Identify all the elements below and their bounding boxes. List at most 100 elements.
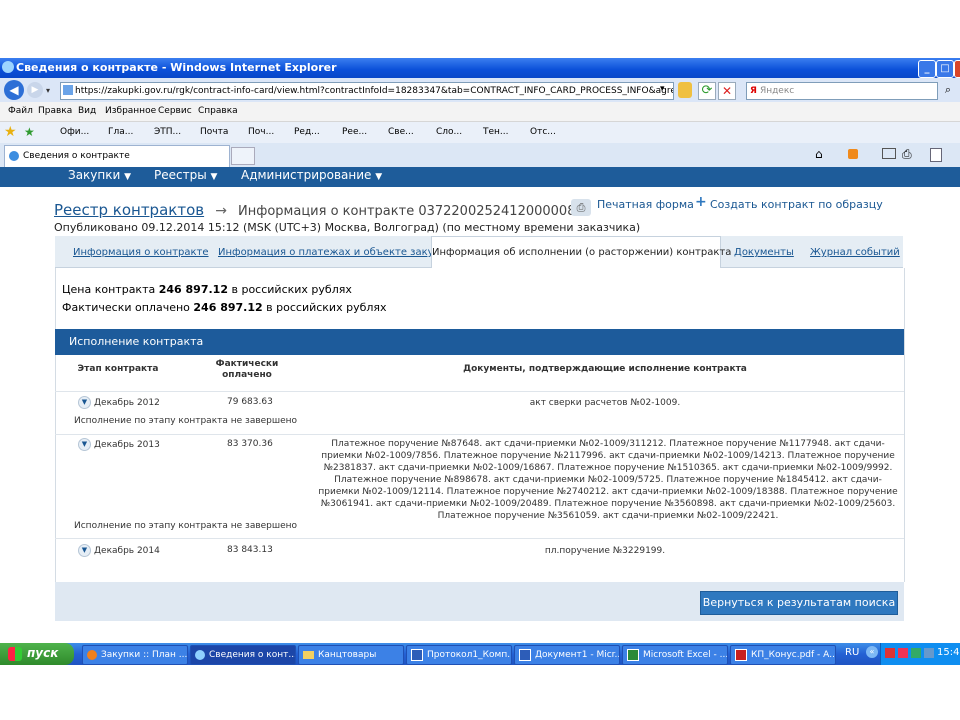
menu-edit[interactable]: Правка	[38, 106, 72, 116]
start-label: пуск	[27, 646, 59, 660]
refresh-icon[interactable]: ⟳	[698, 82, 716, 100]
fav-link-1[interactable]: Офи...	[60, 127, 89, 137]
close-button[interactable]	[954, 60, 960, 78]
address-url: https://zakupki.gov.ru/rgk/contract-info…	[75, 86, 673, 96]
fav-link-3[interactable]: ЭТП...	[154, 127, 181, 137]
minimize-button[interactable]: _	[918, 60, 936, 78]
row-divider	[55, 538, 904, 539]
page-menu-icon[interactable]	[930, 148, 942, 162]
menu-help[interactable]: Справка	[198, 106, 238, 116]
favorites-star-icon[interactable]: ★	[4, 124, 17, 140]
nav-admin[interactable]: Администрирование ▼	[241, 168, 382, 182]
taskbar-item-4[interactable]: Протокол1_Комп...	[406, 645, 512, 665]
menu-view[interactable]: Вид	[78, 106, 96, 116]
table-row-stage[interactable]: ▼ Декабрь 2012	[78, 396, 160, 409]
back-icon[interactable]: ◀	[4, 80, 24, 100]
taskbar-item-7[interactable]: КП_Конус.pdf - А...	[730, 645, 836, 665]
taskbar-item-label: КП_Конус.pdf - А...	[751, 650, 836, 660]
create-contract-link[interactable]: Создать контракт по образцу	[710, 198, 883, 211]
tab-execution-info[interactable]: Информация об исполнении (о расторжении)…	[431, 236, 731, 268]
price-suffix: в российских рублях	[231, 283, 352, 296]
add-favorite-icon[interactable]: ★	[24, 125, 35, 139]
print-form-link[interactable]: Печатная форма	[597, 198, 694, 211]
breadcrumb: Реестр контрактов → Информация о контрак…	[54, 200, 575, 219]
paid-line: Фактически оплачено 246 897.12 в российс…	[62, 301, 387, 314]
taskbar-item-1[interactable]: Закупки :: План ...	[82, 645, 188, 665]
tab-documents[interactable]: Документы	[734, 247, 794, 258]
address-bar-row: ◀ ▶ ▾ https://zakupki.gov.ru/rgk/contrac…	[0, 78, 960, 102]
language-indicator[interactable]: RU	[845, 647, 859, 658]
lock-icon[interactable]	[678, 82, 692, 98]
taskbar-item-label: Документ1 - Micr...	[535, 650, 620, 660]
taskbar-item-2[interactable]: Сведения о конт...	[190, 645, 296, 665]
address-dropdown-icon[interactable]: ▾	[660, 84, 665, 94]
search-input[interactable]: Я Яндекс	[746, 82, 938, 100]
plus-icon[interactable]: +	[695, 194, 707, 210]
fav-link-8[interactable]: Све...	[388, 127, 414, 137]
expand-icon[interactable]: ▼	[78, 396, 91, 409]
home-icon[interactable]: ⌂	[815, 147, 823, 161]
menu-tools[interactable]: Сервис	[158, 106, 192, 116]
window-titlebar: Сведения о контракте - Windows Internet …	[0, 58, 960, 78]
folder-icon	[303, 650, 314, 659]
menu-file[interactable]: Файл	[8, 106, 33, 116]
table-row-status: Исполнение по этапу контракта не заверше…	[74, 521, 298, 531]
taskbar-item-label: Microsoft Excel - ...	[643, 650, 728, 660]
mail-icon[interactable]	[882, 148, 896, 159]
expand-icon[interactable]: ▼	[78, 438, 91, 451]
fav-link-9[interactable]: Сло...	[436, 127, 462, 137]
start-button[interactable]: пуск	[0, 643, 74, 665]
taskbar-item-6[interactable]: Microsoft Excel - ...	[622, 645, 728, 665]
tab-contract-info[interactable]: Информация о контракте	[73, 247, 209, 258]
fav-link-6[interactable]: Ред...	[294, 127, 320, 137]
back-to-results-button[interactable]: Вернуться к результатам поиска	[700, 591, 898, 615]
tray-chevron-icon[interactable]: «	[866, 646, 878, 658]
table-row-stage[interactable]: ▼ Декабрь 2013	[78, 438, 160, 451]
fav-link-10[interactable]: Тен...	[483, 127, 509, 137]
tab-payments-info[interactable]: Информация о платежах и объекте закупки	[218, 247, 453, 258]
taskbar-item-5[interactable]: Документ1 - Micr...	[514, 645, 620, 665]
ie-logo-icon	[2, 61, 14, 73]
forward-icon[interactable]: ▶	[27, 82, 43, 98]
new-tab-icon[interactable]	[231, 147, 255, 165]
clock[interactable]: 15:46	[937, 647, 960, 658]
print-icon[interactable]: ⎙	[902, 147, 912, 162]
tray-icon[interactable]	[885, 648, 895, 658]
tray-icon[interactable]	[924, 648, 934, 658]
fav-link-7[interactable]: Рее...	[342, 127, 367, 137]
contract-tabs: Информация о контракте Информация о плат…	[55, 236, 903, 268]
search-icon[interactable]: ⌕	[940, 82, 956, 98]
nav-history-dropdown-icon[interactable]: ▾	[46, 86, 50, 95]
stop-icon[interactable]: ✕	[718, 82, 736, 100]
paid-value: 246 897.12	[193, 301, 263, 314]
feeds-icon[interactable]	[848, 149, 858, 159]
expand-icon[interactable]: ▼	[78, 544, 91, 557]
nav-reestry[interactable]: Реестры ▼	[154, 168, 217, 182]
price-value: 246 897.12	[158, 283, 228, 296]
yandex-icon: Я	[750, 86, 757, 96]
table-row-stage[interactable]: ▼ Декабрь 2014	[78, 544, 160, 557]
taskbar-item-3[interactable]: Канцтовары	[298, 645, 404, 665]
menu-favorites[interactable]: Избранное	[105, 106, 156, 116]
pdf-icon	[735, 648, 747, 661]
nav-zakupki[interactable]: Закупки ▼	[68, 168, 131, 182]
word-icon	[519, 648, 531, 661]
address-input[interactable]: https://zakupki.gov.ru/rgk/contract-info…	[60, 82, 674, 100]
breadcrumb-registry-link[interactable]: Реестр контрактов	[54, 201, 204, 219]
col-docs-header: Документы, подтверждающие исполнение кон…	[463, 364, 747, 374]
fav-link-5[interactable]: Поч...	[248, 127, 274, 137]
browser-tab[interactable]: Сведения о контракте	[4, 145, 230, 167]
tray-icon[interactable]	[911, 648, 921, 658]
tab-event-log[interactable]: Журнал событий	[810, 247, 900, 258]
fav-link-4[interactable]: Почта	[200, 127, 228, 137]
published-info: Опубликовано 09.12.2014 15:12 (MSK (UTC+…	[54, 221, 641, 234]
printer-icon[interactable]: ⎙	[571, 199, 591, 216]
windows-logo-icon	[8, 647, 22, 661]
tray-icon[interactable]	[898, 648, 908, 658]
fav-link-11[interactable]: Отс...	[530, 127, 556, 137]
stage-label: Декабрь 2014	[94, 546, 160, 556]
fav-link-2[interactable]: Гла...	[108, 127, 133, 137]
window-title: Сведения о контракте - Windows Internet …	[16, 61, 337, 74]
contract-price-line: Цена контракта 246 897.12 в российских р…	[62, 283, 352, 296]
maximize-button[interactable]: □	[936, 60, 954, 78]
